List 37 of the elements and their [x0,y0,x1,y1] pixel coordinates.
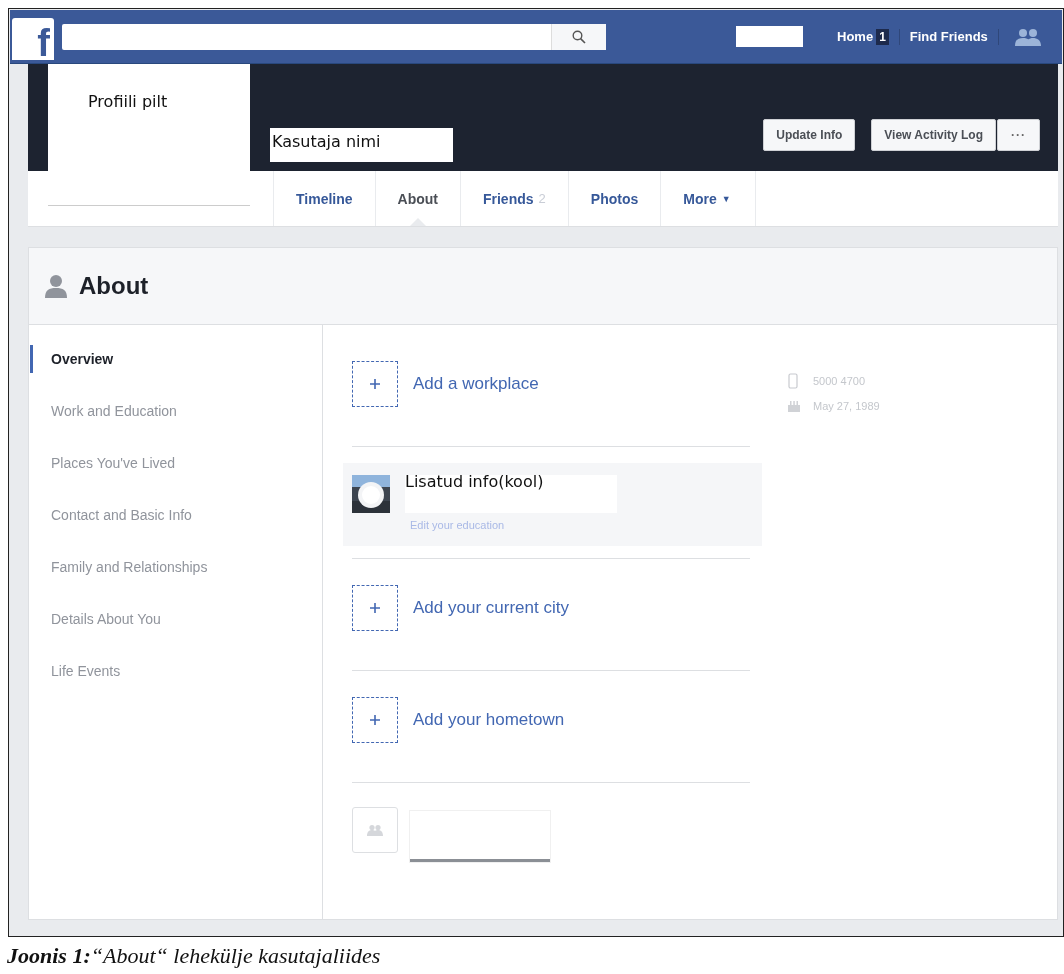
profile-name: Kasutaja nimi [270,128,453,162]
plus-icon [369,602,381,614]
plus-icon [369,378,381,390]
person-icon [45,274,67,298]
count-badge: 1 [876,28,889,45]
plus-icon [369,714,381,726]
tab[interactable]: Timeline [273,171,375,226]
add-button[interactable] [352,585,398,631]
tab[interactable]: Photos [567,171,661,226]
tab[interactable]: About [374,171,460,226]
school-name: Lisatud info(kool) [405,475,617,513]
nav-link[interactable]: Find Friends [899,28,999,45]
add-link[interactable]: Add a workplace [413,374,539,394]
friends-icon[interactable] [1014,27,1041,46]
more-button[interactable]: ··· [997,119,1040,151]
profile-picture-label: Profiili pilt [88,92,168,111]
logo[interactable]: f [12,18,54,60]
detail-text: 5000 4700 [813,375,865,387]
profile-button[interactable]: View Activity Log [871,119,996,151]
add-button[interactable] [352,361,398,407]
add-link[interactable]: Add your hometown [413,710,565,730]
section-title: About [79,272,149,300]
sidebar-item[interactable]: Overview [30,345,322,373]
phone-icon [787,373,801,389]
search-field[interactable] [62,23,606,50]
add-link[interactable]: Add your current city [413,598,569,618]
figure-caption: Joonis 1:“About“ lehekülje kasutajaliides [7,943,382,969]
profile-picture[interactable]: Profiili pilt [48,64,250,206]
tab[interactable]: More ▼ [660,171,756,226]
add-button[interactable] [352,697,398,743]
nav-link[interactable]: Home 1 [827,28,900,45]
redaction-box [736,26,803,47]
detail-text: May 27, 1989 [813,399,880,412]
search-button[interactable] [551,23,606,50]
search-icon [572,29,586,44]
group-icon [367,824,383,836]
profile-button[interactable]: Update Info [763,119,856,151]
